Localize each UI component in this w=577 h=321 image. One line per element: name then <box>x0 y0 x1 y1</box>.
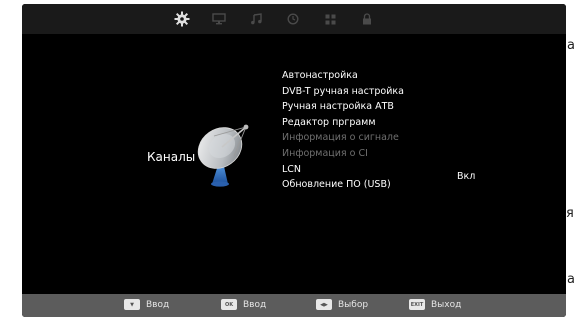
menu-item-software-update-usb[interactable]: Обновление ПО (USB) <box>282 177 404 193</box>
menu-item-atv-manual-tuning[interactable]: Ручная настройка АТВ <box>282 99 404 115</box>
left-right-key-icon: ◀▶ <box>316 299 332 310</box>
satellite-dish-icon <box>192 112 258 190</box>
down-arrow-key-icon: ▼ <box>124 299 140 310</box>
bottom-hint-bar: ▼ Ввод OK Ввод ◀▶ Выбор EXIT Выход <box>22 294 566 317</box>
menu-item-auto-tuning[interactable]: Автонастройка <box>282 68 404 84</box>
side-fragment: а <box>567 272 575 287</box>
hint-label: Выбор <box>338 299 369 310</box>
channel-menu-list: Автонастройка DVB-T ручная настройка Руч… <box>282 68 404 193</box>
hint-label: Выход <box>431 299 462 310</box>
music-note-icon[interactable] <box>246 10 266 28</box>
menu-title: Каналы <box>147 150 196 164</box>
tv-screen: Каналы Автонастройка DVB-T ручная настро… <box>22 4 566 317</box>
hint-enter-down: ▼ Ввод <box>124 299 169 310</box>
menu-item-lcn[interactable]: LCN <box>282 162 404 178</box>
monitor-icon[interactable] <box>209 10 229 28</box>
side-fragment: я <box>566 206 574 221</box>
menu-item-program-editor[interactable]: Редактор прграмм <box>282 115 404 131</box>
menu-item-ci-info: Информация о CI <box>282 147 368 159</box>
hint-label: Ввод <box>146 299 170 310</box>
hint-enter-ok: OK Ввод <box>221 299 266 310</box>
lock-icon[interactable] <box>357 10 377 28</box>
hint-select: ◀▶ Выбор <box>316 299 368 310</box>
ok-key-icon: OK <box>221 299 237 310</box>
menu-item-dvbt-manual-tuning[interactable]: DVB-T ручная настройка <box>282 84 404 100</box>
lcn-value[interactable]: Вкл <box>457 169 475 185</box>
grid-icon[interactable] <box>320 10 340 28</box>
hint-label: Ввод <box>243 299 267 310</box>
exit-key-icon: EXIT <box>409 299 425 310</box>
gear-icon[interactable] <box>172 10 192 28</box>
side-fragment: а <box>567 38 575 53</box>
menu-item-signal-info: Информация о сигнале <box>282 132 399 144</box>
top-menu-bar <box>22 4 566 34</box>
hint-exit: EXIT Выход <box>409 299 461 310</box>
clock-icon[interactable] <box>283 10 303 28</box>
